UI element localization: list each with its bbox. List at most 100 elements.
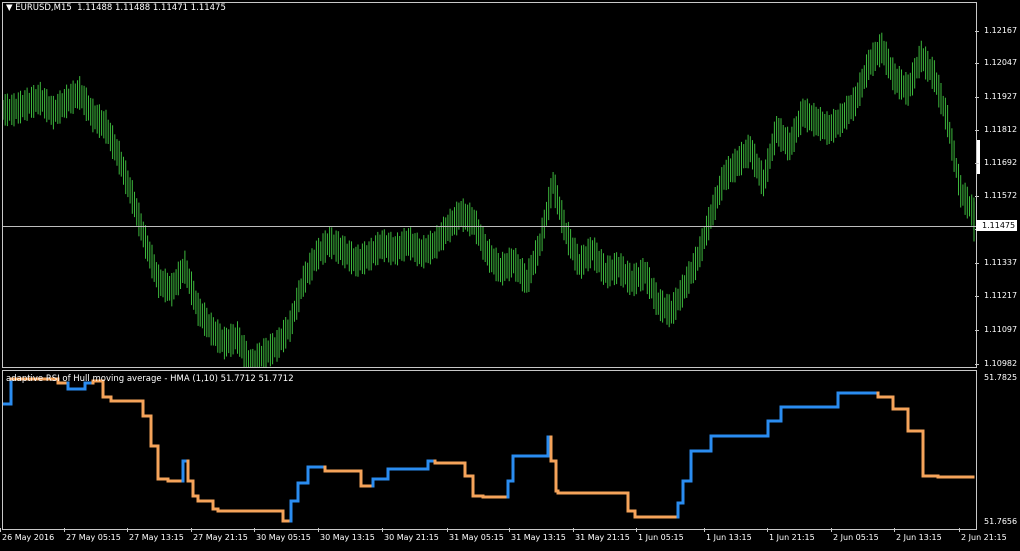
- price-axis-tick: [975, 330, 979, 331]
- indicator-segment: [306, 465, 327, 485]
- time-axis-tick: [318, 528, 319, 532]
- price-axis-label: 1.10982: [984, 359, 1018, 368]
- time-axis-label: 30 May 05:15: [256, 533, 311, 542]
- time-axis-tick: [382, 528, 383, 532]
- time-axis-tick: [704, 528, 705, 532]
- indicator-segment: [109, 395, 145, 403]
- time-axis-tick: [959, 528, 960, 532]
- price-scale-marker[interactable]: [977, 140, 980, 174]
- indicator-axis-top: 51.7825: [984, 373, 1018, 382]
- indicator-segment: [511, 454, 523, 483]
- time-axis-label: 1 Jun 21:15: [769, 533, 815, 542]
- price-chart-pane[interactable]: [2, 2, 977, 368]
- indicator-segment: [876, 391, 895, 399]
- time-axis-label: 27 May 21:15: [193, 533, 248, 542]
- indicator-segment: [709, 434, 770, 453]
- time-axis-label: 27 May 13:15: [129, 533, 184, 542]
- indicator-segment: [676, 501, 685, 519]
- time-axis-tick: [254, 528, 255, 532]
- indicator-segment: [216, 507, 285, 513]
- time-axis-tick: [64, 528, 65, 532]
- indicator-segment: [191, 479, 200, 498]
- indicator-segment: [359, 469, 375, 488]
- time-axis-tick: [127, 528, 128, 532]
- time-axis-label: 1 Jun 05:15: [638, 533, 684, 542]
- indicator-segment: [891, 395, 910, 411]
- indicator-segment: [296, 481, 310, 503]
- indicator-segment: [371, 477, 390, 488]
- indicator-segment: [166, 477, 185, 483]
- price-axis-label: 1.11572: [984, 191, 1018, 200]
- price-axis-tick: [975, 263, 979, 264]
- price-axis-label: 1.11812: [984, 125, 1018, 134]
- time-axis-label: 30 May 13:15: [320, 533, 375, 542]
- time-axis-label: 31 May 21:15: [575, 533, 630, 542]
- indicator-segment: [906, 407, 925, 433]
- indicator-pane[interactable]: [2, 370, 977, 530]
- price-axis-tick: [975, 163, 979, 164]
- price-axis-tick: [975, 364, 979, 365]
- indicator-segment: [936, 474, 975, 479]
- indicator-segment: [556, 489, 630, 495]
- time-axis-tick: [894, 528, 895, 532]
- indicator-segment: [323, 465, 363, 473]
- indicator-segment: [141, 399, 153, 418]
- time-axis-label: 31 May 13:15: [511, 533, 566, 542]
- price-axis-tick: [975, 97, 979, 98]
- price-axis-label: 1.11692: [984, 158, 1018, 167]
- chart-header: ▼ EURUSD,M15 1.11488 1.11488 1.11471 1.1…: [6, 3, 226, 13]
- dropdown-arrow-icon[interactable]: ▼: [6, 3, 13, 13]
- indicator-segment: [633, 509, 648, 519]
- price-axis-label: 1.11337: [984, 258, 1018, 267]
- indicator-segment: [549, 435, 558, 463]
- price-axis-label: 1.11217: [984, 291, 1018, 300]
- indicator-segment: [471, 474, 485, 498]
- time-axis-label: 2 Jun 21:15: [961, 533, 1007, 542]
- price-axis-label: 1.12047: [984, 58, 1018, 67]
- price-axis-tick: [975, 31, 979, 32]
- indicator-segment: [681, 479, 693, 505]
- indicator-segment: [921, 429, 940, 478]
- indicator-segment: [836, 391, 880, 409]
- indicator-segment: [156, 444, 170, 481]
- indicator-segment: [186, 459, 195, 483]
- indicator-line: [3, 377, 975, 523]
- time-axis-tick: [573, 528, 574, 532]
- indicator-segment: [289, 499, 300, 523]
- time-axis-tick: [447, 528, 448, 532]
- indicator-segment: [481, 494, 510, 499]
- time-axis-label: 27 May 05:15: [66, 533, 121, 542]
- price-axis-tick: [975, 63, 979, 64]
- indicator-segment: [149, 414, 160, 448]
- time-axis-label: 2 Jun 05:15: [833, 533, 879, 542]
- time-axis-label: 26 May 2016: [2, 533, 55, 542]
- indicator-segment: [689, 449, 713, 483]
- price-bars: [3, 32, 976, 367]
- price-axis-label: 1.11927: [984, 92, 1018, 101]
- price-axis-label: 1.12167: [984, 26, 1018, 35]
- indicator-segment: [506, 479, 515, 499]
- indicator-title: adaptive RSI of Hull moving average - HM…: [6, 374, 294, 384]
- time-axis-tick: [0, 528, 1, 532]
- indicator-segment: [766, 419, 783, 438]
- time-axis-label: 1 Jun 13:15: [706, 533, 752, 542]
- time-axis-label: 2 Jun 13:15: [896, 533, 942, 542]
- time-axis-tick: [191, 528, 192, 532]
- price-axis-tick: [975, 196, 979, 197]
- current-price-tag: 1.11475: [976, 220, 1018, 231]
- ohlc-values: 1.11488 1.11488 1.11471 1.11475: [77, 3, 226, 13]
- time-axis-tick: [509, 528, 510, 532]
- indicator-axis-bottom: 51.7656: [984, 517, 1018, 526]
- time-axis-tick: [767, 528, 768, 532]
- indicator-segment: [463, 461, 475, 478]
- symbol-label: EURUSD,M15: [15, 3, 72, 13]
- time-axis-label: 31 May 05:15: [449, 533, 504, 542]
- indicator-segment: [626, 491, 637, 513]
- indicator-segment: [433, 459, 467, 465]
- time-axis-tick: [831, 528, 832, 532]
- price-axis-label: 1.11097: [984, 325, 1018, 334]
- indicator-segment: [196, 494, 215, 503]
- indicator-segment: [779, 405, 840, 423]
- time-axis-tick: [636, 528, 637, 532]
- indicator-segment: [554, 459, 560, 493]
